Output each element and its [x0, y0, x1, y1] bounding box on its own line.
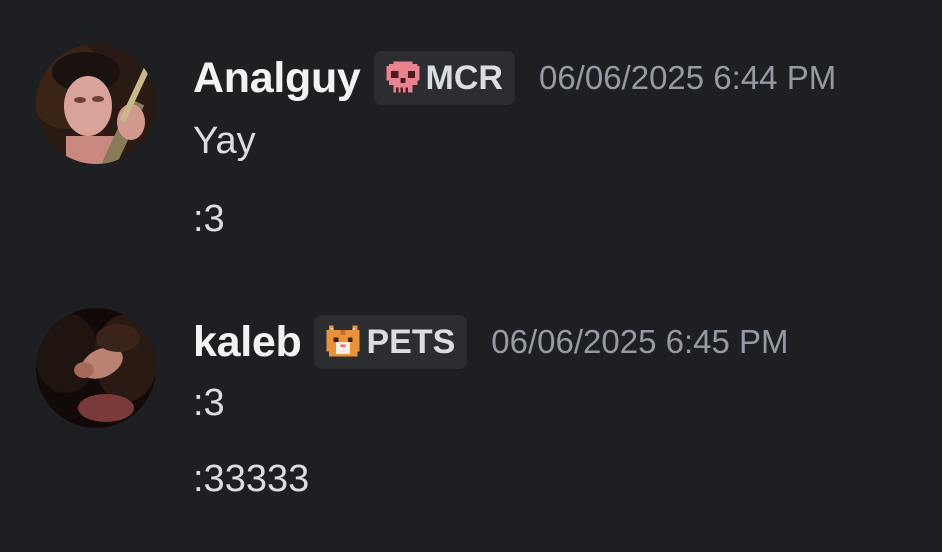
skull-icon — [384, 59, 422, 97]
timestamp: 06/06/2025 6:44 PM — [538, 59, 837, 96]
server-tag[interactable]: MCR — [373, 51, 515, 105]
message-content: :3 — [193, 382, 225, 424]
server-tag[interactable]: PETS — [314, 315, 468, 369]
avatar[interactable] — [36, 44, 156, 164]
server-tag-label: MCR — [425, 58, 503, 97]
username[interactable]: Analguy — [193, 54, 361, 103]
username[interactable]: kaleb — [193, 318, 302, 367]
cat-icon — [324, 323, 362, 361]
timestamp: 06/06/2025 6:45 PM — [491, 323, 789, 360]
message-header: kaleb PETS 06/06/2025 6:45 PM — [193, 314, 789, 370]
message-content: Yay — [193, 120, 256, 162]
server-tag-label: PETS — [366, 322, 456, 361]
message-content: :33333 — [193, 458, 310, 500]
message-content: :3 — [193, 198, 225, 240]
message-header: Analguy MCR 06/06/2025 6:44 PM — [193, 50, 836, 106]
avatar[interactable] — [36, 308, 156, 428]
